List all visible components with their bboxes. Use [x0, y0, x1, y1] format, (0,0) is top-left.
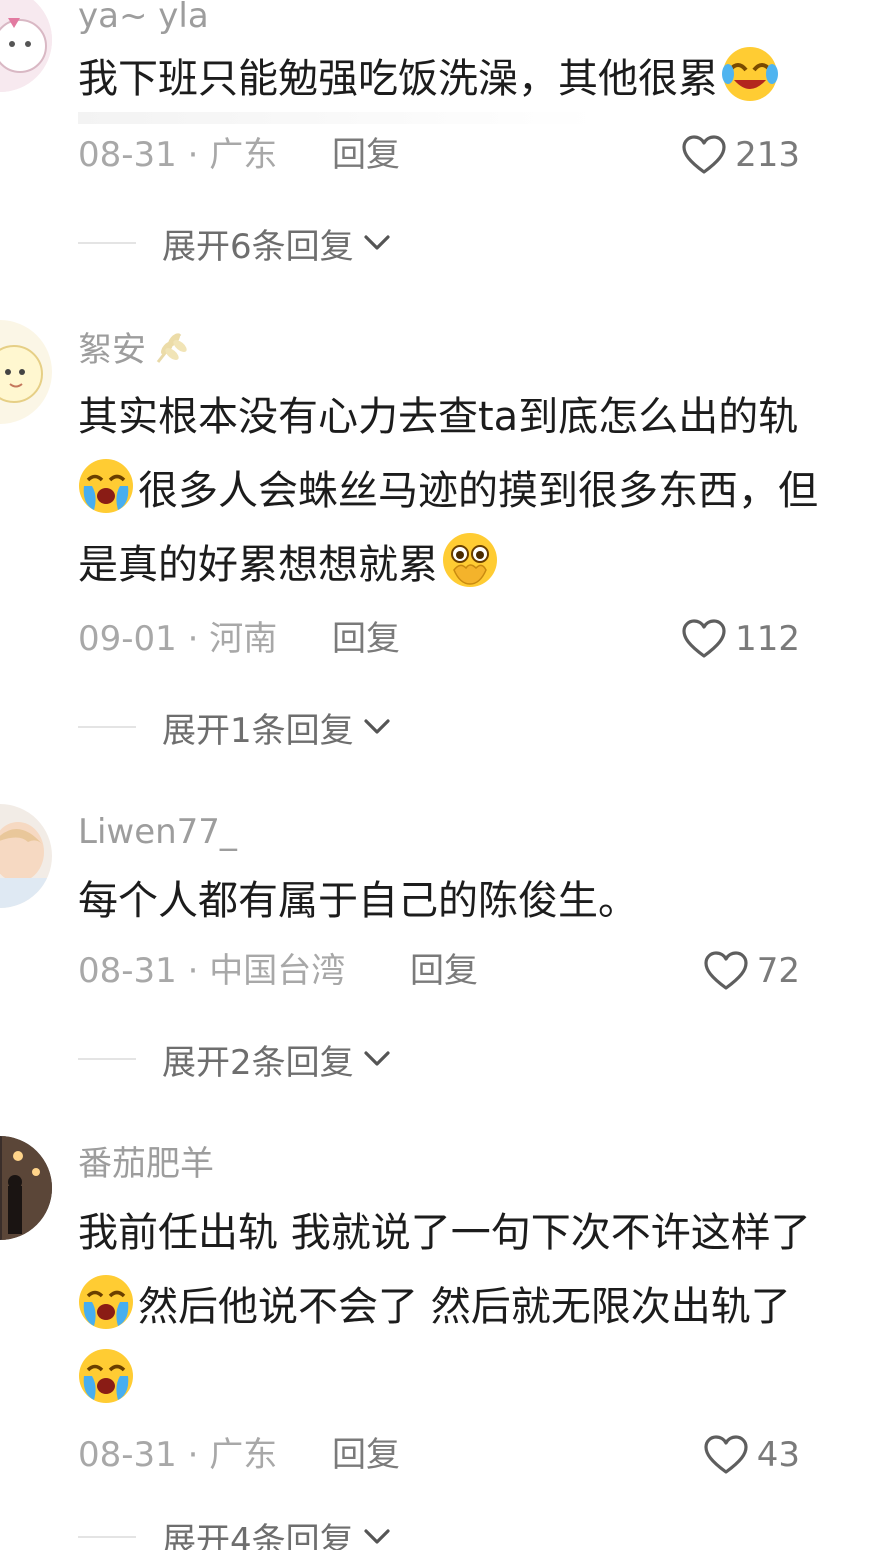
comment-body: 我下班只能勉强吃饭洗澡，其他很累	[78, 42, 872, 116]
holding-back-tears-emoji	[440, 530, 500, 590]
crying-emoji	[76, 456, 136, 516]
expand-label: 展开2条回复	[162, 1042, 354, 1083]
chevron-down-icon	[364, 1051, 390, 1066]
username[interactable]: ya~ yla	[78, 0, 209, 38]
heart-icon	[682, 619, 726, 658]
divider	[78, 242, 136, 244]
divider	[78, 726, 136, 728]
comment-feed: ya~ yla 我下班只能勉强吃饭洗澡，其他很累 08-31 · 广东 回复 2…	[0, 0, 872, 1550]
divider	[78, 1536, 136, 1538]
expand-label: 展开4条回复	[162, 1520, 354, 1550]
avatar[interactable]	[0, 1136, 52, 1240]
heart-icon	[704, 951, 748, 990]
chevron-down-icon	[364, 719, 390, 734]
laughing-cry-emoji	[720, 44, 780, 104]
comment-meta: 08-31 · 广东 回复 43	[78, 1430, 818, 1480]
like-button[interactable]: 43	[703, 1430, 800, 1480]
date-location: 09-01 · 河南	[78, 619, 278, 659]
comment-text: 我前任出轨 我就说了一句下次不许这样了	[78, 1210, 811, 1256]
like-count: 112	[735, 619, 800, 659]
heart-icon	[704, 1435, 748, 1474]
comment-meta: 09-01 · 河南 回复 112	[78, 614, 818, 664]
avatar[interactable]	[0, 320, 52, 424]
reply-button[interactable]: 回复	[410, 946, 478, 996]
crying-emoji	[76, 1272, 136, 1332]
comment-body: 其实根本没有心力去查ta到底怎么出的轨 很多人会蛛丝马迹的摸到很多东西，但 是真…	[78, 380, 872, 602]
comment-text: 很多人会蛛丝马迹的摸到很多东西，但	[138, 468, 818, 514]
expand-replies-button[interactable]: 展开1条回复	[78, 702, 578, 752]
reply-button[interactable]: 回复	[332, 614, 400, 664]
comment-meta: 08-31 · 中国台湾 回复 72	[78, 946, 818, 996]
expand-replies-button[interactable]: 展开4条回复	[78, 1512, 578, 1550]
username[interactable]: 絮安	[78, 326, 190, 377]
like-count: 72	[756, 951, 800, 991]
avatar[interactable]	[0, 804, 52, 908]
expand-replies-button[interactable]: 展开6条回复	[78, 218, 578, 268]
like-count: 43	[756, 1435, 800, 1475]
reply-button[interactable]: 回复	[332, 1430, 400, 1480]
comment-text: 然后他说不会了 然后就无限次出轨了	[138, 1284, 791, 1330]
username-text: 絮安	[78, 330, 146, 370]
heart-icon	[682, 135, 726, 174]
like-button[interactable]: 213	[681, 130, 800, 180]
expand-label: 展开6条回复	[162, 226, 354, 267]
date-location: 08-31 · 广东	[78, 1435, 278, 1475]
reply-button[interactable]: 回复	[332, 130, 400, 180]
comment-body: 我前任出轨 我就说了一句下次不许这样了 然后他说不会了 然后就无限次出轨了	[78, 1196, 872, 1418]
chevron-down-icon	[364, 235, 390, 250]
username[interactable]: 番茄肥羊	[78, 1142, 214, 1186]
comment-body: 每个人都有属于自己的陈俊生。	[78, 864, 872, 938]
username[interactable]: Liwen77_	[78, 810, 237, 854]
comment-text: 我下班只能勉强吃饭洗澡，其他很累	[78, 56, 718, 102]
wheat-badge-icon	[150, 326, 190, 377]
date-location: 08-31 · 中国台湾	[78, 951, 346, 991]
crying-emoji	[76, 1346, 136, 1406]
comment-text: 每个人都有属于自己的陈俊生。	[78, 878, 638, 924]
divider	[78, 1058, 136, 1060]
comment-meta: 08-31 · 广东 回复 213	[78, 130, 818, 180]
like-button[interactable]: 112	[681, 614, 800, 664]
like-button[interactable]: 72	[703, 946, 800, 996]
comment-text: 是真的好累想想就累	[78, 542, 438, 588]
divider	[78, 112, 598, 124]
avatar[interactable]	[0, 0, 52, 92]
comment-text: 其实根本没有心力去查ta到底怎么出的轨	[78, 394, 799, 440]
expand-label: 展开1条回复	[162, 710, 354, 751]
like-count: 213	[735, 135, 800, 175]
date-location: 08-31 · 广东	[78, 135, 278, 175]
expand-replies-button[interactable]: 展开2条回复	[78, 1034, 578, 1084]
chevron-down-icon	[364, 1529, 390, 1544]
